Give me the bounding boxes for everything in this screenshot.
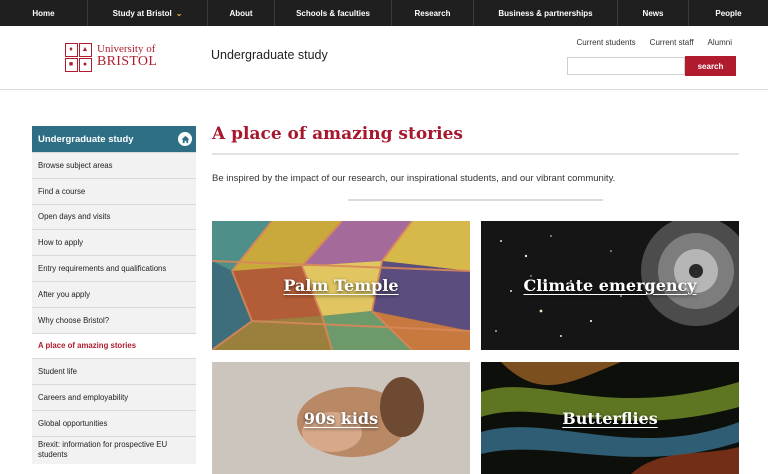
utility-links: Current students Current staff Alumni: [577, 38, 732, 47]
home-icon[interactable]: [178, 132, 192, 146]
link-current-students[interactable]: Current students: [577, 38, 636, 47]
nav-home[interactable]: Home: [0, 0, 88, 26]
sidebar-navigation: Undergraduate study Browse subject areas…: [32, 126, 196, 464]
sidebar-item-brexit[interactable]: Brexit: information for prospective EU s…: [32, 435, 196, 464]
nav-schools-faculties[interactable]: Schools & faculties: [275, 0, 392, 26]
sidebar-item-global-opportunities[interactable]: Global opportunities: [32, 409, 196, 436]
site-section-title[interactable]: Undergraduate study: [211, 48, 328, 62]
page-title: A place of amazing stories: [212, 124, 463, 144]
sidebar-item-browse-subjects[interactable]: Browse subject areas: [32, 152, 196, 178]
intro-text: Be inspired by the impact of our researc…: [212, 173, 616, 184]
site-header: ♦ ▲ ■ ● University of BRISTOL Undergraduate…: [0, 26, 768, 90]
search-input[interactable]: [567, 57, 685, 75]
chevron-down-icon: ⌄: [175, 8, 183, 18]
sidebar-item-find-course[interactable]: Find a course: [32, 177, 196, 204]
tile-label-butterflies: Butterflies: [562, 408, 658, 428]
nav-people-label: People: [715, 8, 742, 18]
story-tile-climate-emergency[interactable]: Climate emergency: [481, 221, 739, 350]
sidebar-item-after-you-apply[interactable]: After you apply: [32, 280, 196, 307]
nav-about-label: About: [229, 8, 253, 18]
nav-news[interactable]: News: [618, 0, 689, 26]
sidebar-item-entry-requirements[interactable]: Entry requirements and qualifications: [32, 255, 196, 281]
tile-label-palm-temple: Palm Temple: [283, 276, 399, 295]
sidebar-item-how-to-apply[interactable]: How to apply: [32, 229, 196, 256]
story-tile-90s-kids[interactable]: 90s kids: [212, 362, 470, 474]
nav-business-partnerships[interactable]: Business & partnerships: [474, 0, 618, 26]
nav-news-label: News: [642, 8, 664, 18]
top-navigation: Home Study at Bristol ⌄ About Schools & f…: [0, 0, 768, 26]
nav-research[interactable]: Research: [392, 0, 474, 26]
crest-icon: ♦ ▲ ■ ●: [64, 42, 92, 72]
nav-schools-label: Schools & faculties: [296, 8, 370, 18]
sidebar-item-open-days[interactable]: Open days and visits: [32, 203, 196, 230]
search-button[interactable]: search: [685, 56, 736, 76]
sidebar-heading[interactable]: Undergraduate study: [32, 126, 196, 152]
nav-study-at-bristol[interactable]: Study at Bristol ⌄: [88, 0, 208, 26]
nav-study-label: Study at Bristol: [112, 8, 172, 18]
title-divider: [212, 153, 739, 155]
tile-label-90s-kids: 90s kids: [303, 408, 379, 428]
link-alumni[interactable]: Alumni: [708, 38, 732, 47]
nav-research-label: Research: [414, 8, 451, 18]
sidebar-heading-label: Undergraduate study: [38, 133, 134, 145]
intro-divider: [348, 199, 603, 201]
tile-label-climate-emergency: Climate emergency: [523, 276, 697, 295]
sidebar-item-careers[interactable]: Careers and employability: [32, 384, 196, 410]
university-logo[interactable]: ♦ ▲ ■ ● University of BRISTOL: [64, 42, 157, 72]
link-current-staff[interactable]: Current staff: [650, 38, 694, 47]
logo-line2: BRISTOL: [97, 54, 158, 70]
sidebar-item-why-bristol[interactable]: Why choose Bristol?: [32, 306, 196, 333]
story-tile-butterflies[interactable]: Butterflies: [481, 362, 739, 474]
logo-wordmark: University of BRISTOL: [97, 43, 158, 70]
story-tile-palm-temple[interactable]: Palm Temple: [212, 221, 470, 350]
nav-business-label: Business & partnerships: [498, 8, 593, 18]
sidebar-item-student-life[interactable]: Student life: [32, 358, 196, 385]
nav-about[interactable]: About: [208, 0, 275, 26]
nav-people[interactable]: People: [689, 0, 768, 26]
nav-home-label: Home: [32, 8, 55, 18]
sidebar-item-amazing-stories[interactable]: A place of amazing stories: [32, 332, 196, 359]
